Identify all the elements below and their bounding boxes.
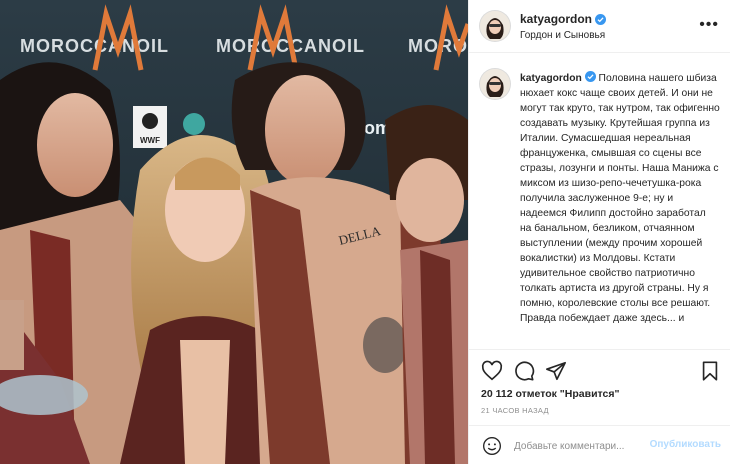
svg-text:WWF: WWF [140,136,160,145]
post-side-panel: katyagordon Гордон и Сыновья ••• katyago… [468,0,730,464]
likes-count[interactable]: 20 112 отметок "Нравится" [481,388,619,400]
caption-text: Половина нашего шбиза нюхает кокс чаще с… [520,73,720,324]
location-link[interactable]: Гордон и Сыновья [520,30,605,41]
caption-text-block: katyagordon Половина нашего шбиза нюхает… [520,71,720,326]
comment-box: Опубликовать [469,425,730,464]
ellipsis-icon[interactable]: ••• [699,17,719,33]
heart-icon[interactable] [481,360,503,382]
verified-badge-icon [584,71,596,82]
username-link[interactable]: katyagordon [520,12,592,26]
avatar-image [480,11,510,41]
comment-input[interactable] [514,438,634,454]
username-row: katyagordon [520,12,607,26]
avatar[interactable] [480,11,510,41]
action-bar [469,349,730,389]
bookmark-icon[interactable] [699,360,721,382]
post-comment-button[interactable]: Опубликовать [650,439,721,450]
caption-area: katyagordon Половина нашего шбиза нюхает… [469,53,730,349]
post-photo-art: MOROCCANOIL MOROCCANOIL MOROCCANOIL WWF … [0,0,468,464]
comment-icon[interactable] [513,360,535,382]
post-photo[interactable]: MOROCCANOIL MOROCCANOIL MOROCCANOIL WWF … [0,0,468,464]
verified-badge-icon [595,13,607,25]
caption-username[interactable]: katyagordon [520,73,582,84]
post-timestamp[interactable]: 21 ЧАСОВ НАЗАД [481,406,549,415]
smile-icon[interactable] [482,436,502,456]
post-header: katyagordon Гордон и Сыновья ••• [469,0,730,53]
avatar[interactable] [480,69,510,99]
backdrop-brand-1: MOROCCANOIL [20,36,169,56]
avatar-image [480,69,510,99]
paper-plane-icon[interactable] [545,360,567,382]
